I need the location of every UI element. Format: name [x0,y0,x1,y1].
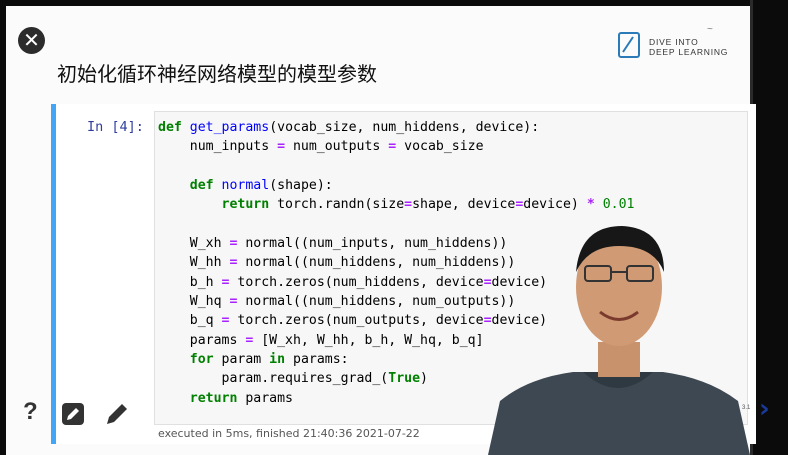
code-line: for param in params: [189,352,349,368]
code-line: def get_params(vocab_size, num_hiddens, … [158,120,540,135]
cell-prompt: In [4]: [87,119,144,135]
code-line: W_xh = normal((num_inputs, num_hiddens)) [158,236,508,252]
book-icon [618,32,640,58]
next-slide-button[interactable]: › [759,394,770,424]
code-line: return params [189,390,293,406]
slide-title: 初始化循环神经网络模型的模型参数 [57,62,377,86]
code-line: param.requires_grad_(True) [158,371,428,387]
code-line: W_hh = normal((num_hiddens, num_hiddens)… [158,255,516,271]
presenter-video-overlay [488,226,750,455]
edit-icon[interactable] [60,401,86,427]
execution-info: executed in 5ms, finished 21:40:36 2021-… [158,427,420,440]
code-line: W_hq = normal((num_hiddens, num_outputs)… [158,294,516,310]
pencil-icon[interactable] [104,401,130,427]
code-line: num_inputs = num_outputs = vocab_size [158,139,484,155]
code-line: params = [W_xh, W_hh, b_h, W_hq, b_q] [158,332,484,348]
close-icon[interactable]: ✕ [18,27,45,54]
logo-text: DIVE INTO DEEP LEARNING [649,37,729,57]
code-line: def normal(shape): [189,178,333,194]
d2l-logo: DIVE INTO DEEP LEARNING [618,32,738,62]
code-line: return torch.randn(size=shape, device=de… [221,197,635,213]
help-icon[interactable]: ? [23,398,38,426]
